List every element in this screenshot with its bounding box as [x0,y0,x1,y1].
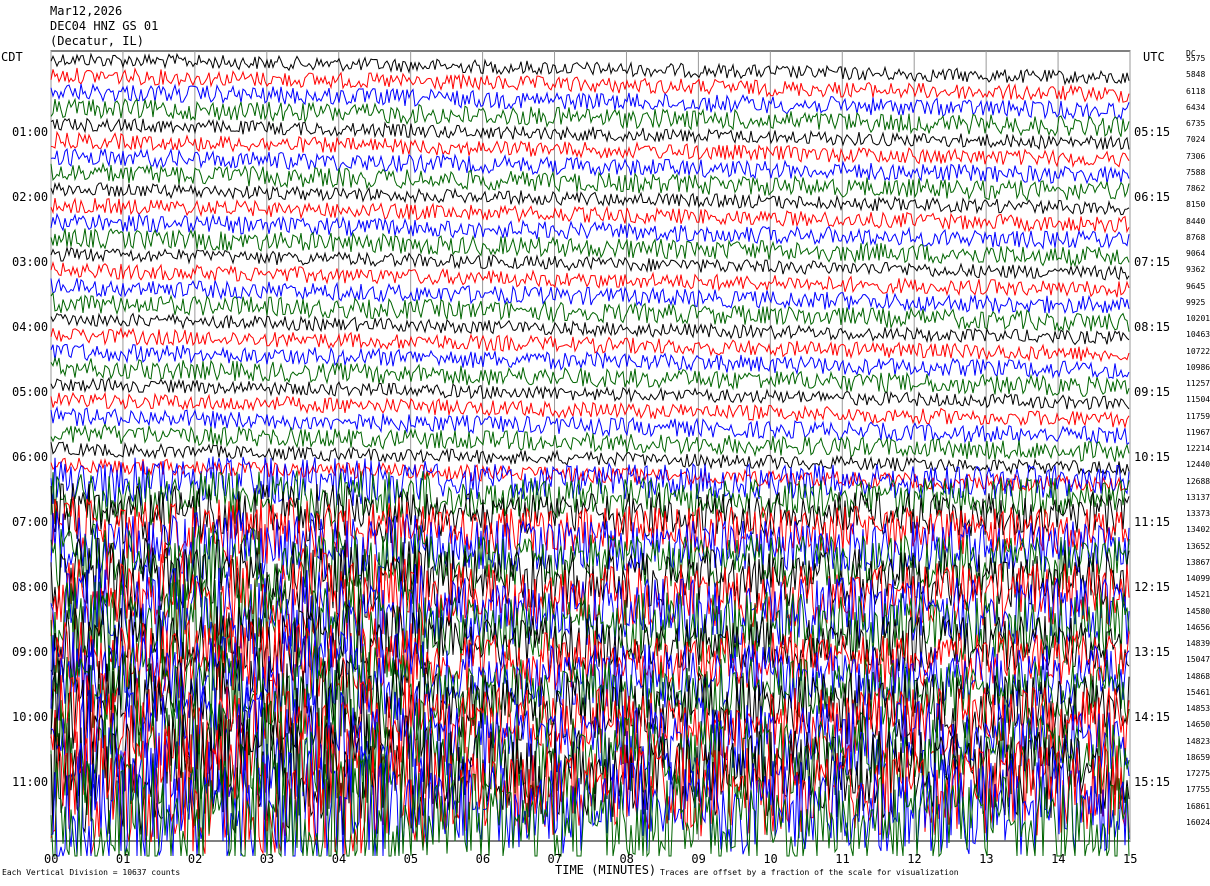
dc-offset-label: 11967 [1186,427,1210,437]
dc-offset-label: 14650 [1186,720,1210,730]
dc-offset-label: 10722 [1186,346,1210,356]
x-tick-03: 03 [259,852,275,866]
dc-offset-label: 7306 [1186,151,1206,161]
dc-offset-label: 9925 [1186,297,1206,307]
dc-offset-label: 12214 [1186,444,1210,453]
left-time-label: 04:00 [12,320,49,335]
right-time-label: 14:15 [1134,710,1171,725]
footer-left: Each Vertical Division = 10637 counts [2,868,181,877]
dc-offset-label: 14839 [1186,639,1210,648]
dc-offset-label: 14099 [1186,574,1210,583]
right-time-label: 09:15 [1134,385,1171,400]
dc-offset-label: 13652 [1186,541,1210,551]
x-tick-00: 00 [44,852,59,866]
right-time-label: 10:15 [1134,450,1171,465]
dc-offset-label: 7862 [1186,184,1206,193]
x-tick-09: 09 [691,852,706,866]
x-tick-12: 12 [907,852,922,866]
dc-offset-label: 14656 [1186,622,1210,632]
dc-offset-label: 13867 [1186,557,1210,567]
right-time-label: 12:15 [1134,580,1171,595]
x-tick-01: 01 [115,852,131,866]
dc-offset-label: 9064 [1186,249,1206,258]
right-time-label: 06:15 [1134,190,1171,205]
dc-offset-label: 8150 [1186,200,1206,210]
dc-offset-label: 8440 [1186,216,1206,226]
x-tick-05: 05 [403,852,419,866]
x-tick-10: 10 [763,852,778,866]
dc-offset-label: 5575 [1186,54,1206,63]
dc-offset-label: 12688 [1186,476,1210,486]
dc-offset-label: 5848 [1186,70,1206,80]
x-tick-04: 04 [331,852,347,866]
right-time-label: 05:15 [1134,125,1171,140]
helicorder-plot [50,50,1131,858]
dc-offset-label: 17755 [1186,785,1210,795]
dc-offset-label: 7024 [1186,135,1206,145]
right-time-label: 15:15 [1134,775,1171,790]
dc-offset-label: 15461 [1186,687,1210,697]
dc-offset-label: 10986 [1186,362,1210,372]
dc-offset-label: 13402 [1186,525,1210,535]
x-axis-title: TIME (MINUTES) [555,863,657,877]
right-time-label: 11:15 [1134,515,1171,530]
right-time-label: 07:15 [1134,255,1171,270]
x-tick-11: 11 [835,852,850,866]
left-time-label: 05:00 [12,385,49,400]
x-tick-06: 06 [475,852,491,866]
x-tick-14: 14 [1051,852,1066,866]
dc-offset-label: 6434 [1186,102,1206,112]
dc-offset-label: 11257 [1186,379,1210,388]
dc-offset-label: 12440 [1186,460,1210,470]
dc-offset-label: 7588 [1186,167,1206,177]
dc-offset-label: 9362 [1186,265,1206,275]
left-time-label: 02:00 [12,190,49,205]
left-time-label: 08:00 [12,580,49,595]
dc-offset-label: 6735 [1186,119,1206,128]
x-tick-15: 15 [1123,852,1138,866]
right-time-label: 13:15 [1134,645,1171,660]
dc-offset-label: 11504 [1186,395,1210,405]
right-time-label: 08:15 [1134,320,1171,335]
dc-offset-label: 14580 [1186,606,1210,616]
dc-offset-label: 8768 [1186,232,1206,242]
dc-offset-label: 14521 [1186,590,1210,600]
dc-offset-label: 9645 [1186,281,1206,291]
dc-offset-label: 17275 [1186,769,1210,778]
dc-offset-label: 10201 [1186,314,1210,323]
dc-offset-label: 16861 [1186,801,1210,811]
dc-offset-label: 18659 [1186,752,1210,762]
left-time-label: 06:00 [12,450,49,465]
dc-offset-label: 16024 [1186,817,1210,827]
dc-offset-label: 13373 [1186,509,1210,518]
left-time-label: 07:00 [12,515,49,530]
dc-offset-label: 15047 [1186,655,1210,665]
left-time-label: 03:00 [12,255,49,270]
footer-right: Traces are offset by a fraction of the s… [660,868,959,877]
dc-offset-label: 14823 [1186,736,1210,746]
left-time-label: 09:00 [12,645,49,660]
left-time-label: 11:00 [12,775,49,790]
x-tick-02: 02 [187,852,203,866]
left-time-label: 10:00 [12,710,49,725]
x-tick-13: 13 [979,852,994,866]
dc-offset-label: 10463 [1186,330,1210,340]
dc-offset-label: 14868 [1186,671,1210,681]
dc-offset-label: 14853 [1186,704,1210,713]
left-time-label: 01:00 [12,125,49,140]
dc-offset-label: 11759 [1186,411,1210,421]
dc-offset-label: 13137 [1186,492,1210,502]
dc-offset-label: 6118 [1186,86,1206,96]
